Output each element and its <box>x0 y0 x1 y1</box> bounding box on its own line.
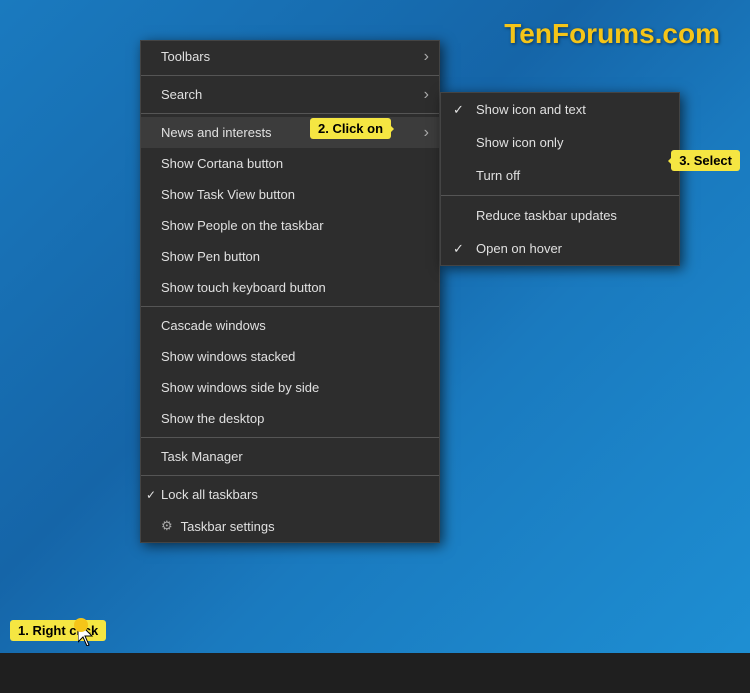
submenu-item-open-hover-label: Open on hover <box>476 241 562 256</box>
submenu-item-turn-off-label: Turn off <box>476 168 520 183</box>
menu-item-news-interests-label: News and interests <box>161 125 272 140</box>
gear-icon: ⚙ <box>161 518 173 534</box>
menu-item-search-label: Search <box>161 87 202 102</box>
open-hover-checkmark: ✓ <box>453 241 464 257</box>
divider-1 <box>141 75 439 76</box>
menu-item-show-taskview[interactable]: Show Task View button <box>141 179 439 210</box>
menu-item-windows-side[interactable]: Show windows side by side <box>141 372 439 403</box>
menu-item-taskbar-settings[interactable]: ⚙ Taskbar settings <box>141 510 439 542</box>
submenu-item-open-hover[interactable]: ✓ Open on hover <box>441 232 679 265</box>
submenu-item-show-icon-only[interactable]: Show icon only <box>441 126 679 159</box>
menu-item-show-people[interactable]: Show People on the taskbar <box>141 210 439 241</box>
submenu-item-show-icon-text-label: Show icon and text <box>476 102 586 117</box>
tooltip-click: 2. Click on <box>310 118 391 139</box>
menu-item-cascade-label: Cascade windows <box>161 318 266 333</box>
menu-item-task-manager-label: Task Manager <box>161 449 243 464</box>
tooltip-select: 3. Select <box>671 150 740 171</box>
divider-3 <box>141 306 439 307</box>
menu-item-cascade[interactable]: Cascade windows <box>141 310 439 341</box>
menu-item-show-people-label: Show People on the taskbar <box>161 218 324 233</box>
divider-4 <box>141 437 439 438</box>
menu-item-show-touch-keyboard-label: Show touch keyboard button <box>161 280 326 295</box>
menu-item-show-cortana-label: Show Cortana button <box>161 156 283 171</box>
menu-item-search[interactable]: Search <box>141 79 439 110</box>
menu-item-lock-taskbars[interactable]: ✓ Lock all taskbars <box>141 479 439 510</box>
submenu-item-reduce-updates-label: Reduce taskbar updates <box>476 208 617 223</box>
desktop: TenForums.com Toolbars Search News and i… <box>0 0 750 693</box>
submenu-item-reduce-updates[interactable]: Reduce taskbar updates <box>441 199 679 232</box>
menu-item-task-manager[interactable]: Task Manager <box>141 441 439 472</box>
menu-item-show-cortana[interactable]: Show Cortana button <box>141 148 439 179</box>
menu-item-lock-taskbars-label: Lock all taskbars <box>161 487 258 502</box>
menu-item-toolbars[interactable]: Toolbars <box>141 41 439 72</box>
submenu-item-show-icon-only-label: Show icon only <box>476 135 563 150</box>
divider-2 <box>141 113 439 114</box>
lock-taskbars-checkmark: ✓ <box>146 488 156 502</box>
menu-item-taskbar-settings-label: Taskbar settings <box>181 519 275 534</box>
menu-item-windows-stacked[interactable]: Show windows stacked <box>141 341 439 372</box>
menu-item-show-pen-label: Show Pen button <box>161 249 260 264</box>
menu-item-toolbars-label: Toolbars <box>161 49 210 64</box>
divider-5 <box>141 475 439 476</box>
cursor-dot <box>74 618 88 632</box>
menu-item-show-touch-keyboard[interactable]: Show touch keyboard button <box>141 272 439 303</box>
menu-item-show-desktop[interactable]: Show the desktop <box>141 403 439 434</box>
submenu-divider-1 <box>441 195 679 196</box>
context-menu: Toolbars Search News and interests Show … <box>140 40 440 543</box>
show-icon-text-checkmark: ✓ <box>453 102 464 118</box>
menu-item-windows-side-label: Show windows side by side <box>161 380 319 395</box>
taskbar <box>0 653 750 693</box>
menu-item-show-desktop-label: Show the desktop <box>161 411 264 426</box>
menu-item-show-pen[interactable]: Show Pen button <box>141 241 439 272</box>
submenu-news-interests: ✓ Show icon and text Show icon only Turn… <box>440 92 680 266</box>
menu-item-show-taskview-label: Show Task View button <box>161 187 295 202</box>
cursor-indicator <box>78 622 98 651</box>
menu-item-windows-stacked-label: Show windows stacked <box>161 349 295 364</box>
watermark: TenForums.com <box>504 18 720 50</box>
submenu-item-show-icon-text[interactable]: ✓ Show icon and text <box>441 93 679 126</box>
submenu-item-turn-off[interactable]: Turn off <box>441 159 679 192</box>
